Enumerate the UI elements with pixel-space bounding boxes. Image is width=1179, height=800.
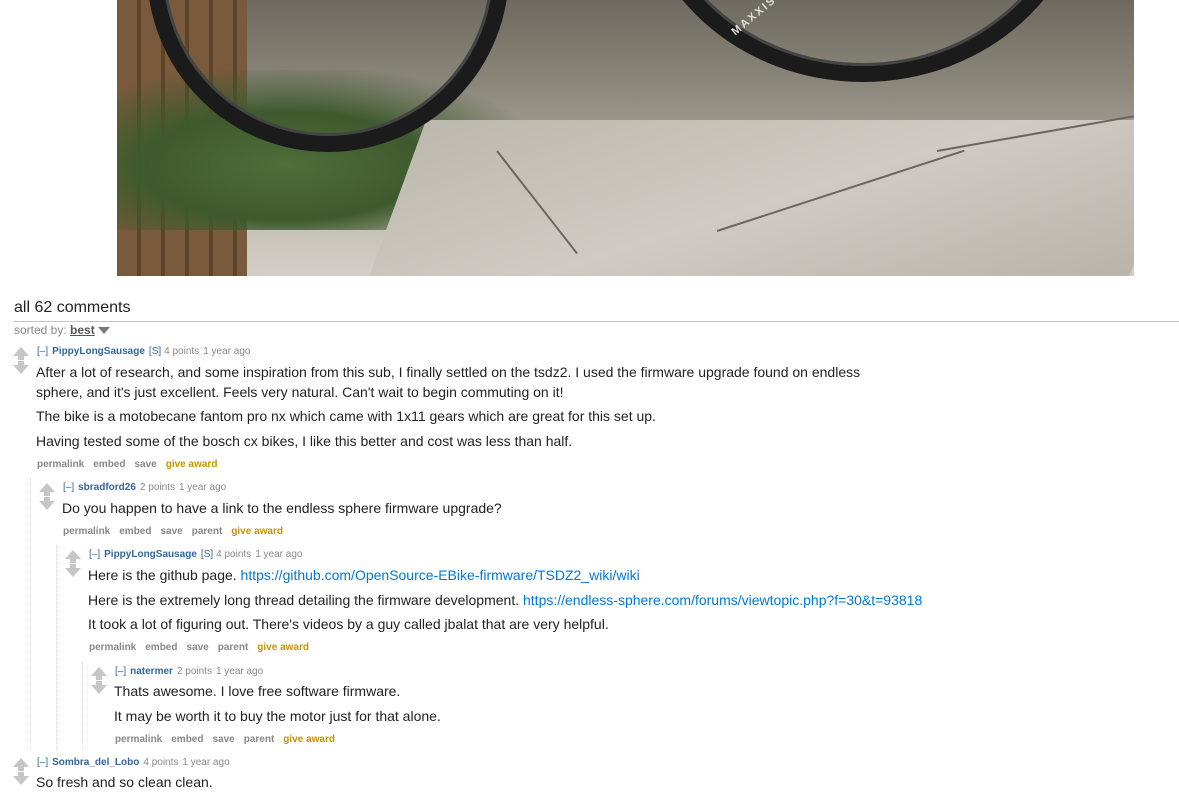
comment-author[interactable]: PippyLongSausage bbox=[104, 549, 197, 560]
comment-author[interactable]: natermer bbox=[130, 666, 173, 677]
comment-buttons: permalink embed save give award bbox=[37, 459, 226, 470]
parent-button[interactable]: parent bbox=[192, 526, 223, 537]
thread-line bbox=[82, 661, 83, 750]
collapse-toggle[interactable]: [–] bbox=[37, 346, 48, 357]
sort-control: sorted by: best bbox=[14, 323, 110, 337]
sort-label: sorted by: bbox=[14, 323, 67, 337]
front-wheel bbox=[637, 0, 1089, 82]
comment-time: 1 year ago bbox=[215, 666, 264, 677]
paragraph-text: Here is the github page. bbox=[88, 567, 241, 583]
comment-score: 2 points bbox=[139, 482, 175, 493]
comment-paragraph: Having tested some of the bosch cx bikes… bbox=[36, 433, 573, 449]
upvote-icon[interactable] bbox=[39, 483, 55, 496]
give-award-button[interactable]: give award bbox=[231, 526, 283, 537]
comment-paragraph: So fresh and so clean clean. bbox=[36, 774, 213, 790]
permalink-button[interactable]: permalink bbox=[37, 459, 84, 470]
forum-link[interactable]: https://endless-sphere.com/forums/viewto… bbox=[523, 592, 922, 608]
vote-arrows bbox=[13, 758, 29, 785]
comment-tagline: [–] PippyLongSausage [S] 4 points 1 year ago bbox=[37, 346, 250, 357]
vote-arrows bbox=[91, 667, 107, 694]
comment-score: 4 points bbox=[143, 757, 179, 768]
comment-tagline: [–] natermer 2 points 1 year ago bbox=[115, 666, 263, 677]
submitter-tag[interactable]: [S] bbox=[201, 549, 213, 560]
give-award-button[interactable]: give award bbox=[166, 459, 218, 470]
embed-button[interactable]: embed bbox=[93, 459, 125, 470]
comment-author[interactable]: Sombra_del_Lobo bbox=[52, 757, 139, 768]
collapse-toggle[interactable]: [–] bbox=[89, 549, 100, 560]
comment-time: 1 year ago bbox=[178, 482, 227, 493]
comment-score: 4 points bbox=[216, 549, 252, 560]
comment-paragraph: It took a lot of figuring out. There's v… bbox=[88, 616, 609, 632]
comment-paragraph: Here is the extremely long thread detail… bbox=[88, 590, 922, 610]
comments-count: all 62 comments bbox=[14, 299, 131, 316]
comment-paragraph: After a lot of research, and some inspir… bbox=[36, 364, 861, 380]
thread-line bbox=[30, 478, 31, 750]
give-award-button[interactable]: give award bbox=[257, 642, 309, 653]
comment-buttons: permalink embed save parent give award bbox=[89, 642, 318, 653]
concrete-area bbox=[367, 120, 1134, 276]
thread-line bbox=[56, 545, 57, 750]
comment-buttons: permalink embed save parent give award bbox=[63, 526, 292, 537]
permalink-button[interactable]: permalink bbox=[63, 526, 110, 537]
embed-button[interactable]: embed bbox=[119, 526, 151, 537]
submitter-tag[interactable]: [S] bbox=[149, 346, 161, 357]
permalink-button[interactable]: permalink bbox=[115, 734, 162, 745]
downvote-icon[interactable] bbox=[13, 361, 29, 374]
comment-tagline: [–] Sombra_del_Lobo 4 points 1 year ago bbox=[37, 757, 230, 768]
permalink-button[interactable]: permalink bbox=[89, 642, 136, 653]
save-button[interactable]: save bbox=[160, 526, 182, 537]
vote-arrows bbox=[65, 550, 81, 577]
comment-paragraph: Here is the github page. https://github.… bbox=[88, 565, 640, 585]
comment-paragraph: The bike is a motobecane fantom pro nx w… bbox=[36, 408, 656, 424]
comment-time: 1 year ago bbox=[182, 757, 230, 768]
comment-time: 1 year ago bbox=[203, 346, 251, 357]
parent-button[interactable]: parent bbox=[244, 734, 275, 745]
upvote-icon[interactable] bbox=[65, 550, 81, 563]
downvote-icon[interactable] bbox=[91, 681, 107, 694]
post-image[interactable]: MAXXIS bbox=[117, 0, 1134, 276]
comment-buttons: permalink embed save parent give award bbox=[115, 734, 344, 745]
vote-arrows bbox=[39, 483, 55, 510]
upvote-icon[interactable] bbox=[13, 347, 29, 360]
embed-button[interactable]: embed bbox=[145, 642, 177, 653]
paragraph-text: Here is the extremely long thread detail… bbox=[88, 592, 523, 608]
parent-button[interactable]: parent bbox=[218, 642, 249, 653]
upvote-icon[interactable] bbox=[13, 758, 29, 771]
comment-paragraph: sphere, and it's just excellent. Feels v… bbox=[36, 384, 564, 400]
comments-count-header: all 62 comments bbox=[14, 299, 1179, 322]
github-link[interactable]: https://github.com/OpenSource-EBike-firm… bbox=[241, 567, 640, 583]
downvote-icon[interactable] bbox=[65, 564, 81, 577]
comment-author[interactable]: sbradford26 bbox=[78, 482, 136, 493]
comment-paragraph: It may be worth it to buy the motor just… bbox=[114, 708, 441, 724]
save-button[interactable]: save bbox=[134, 459, 156, 470]
comment-paragraph: Do you happen to have a link to the endl… bbox=[62, 500, 502, 516]
downvote-icon[interactable] bbox=[39, 497, 55, 510]
collapse-toggle[interactable]: [–] bbox=[37, 757, 48, 768]
embed-button[interactable]: embed bbox=[171, 734, 203, 745]
collapse-toggle[interactable]: [–] bbox=[63, 482, 74, 493]
comment-tagline: [–] PippyLongSausage [S] 4 points 1 year ago bbox=[89, 549, 302, 560]
comment-paragraph: Thats awesome. I love free software firm… bbox=[114, 683, 401, 699]
comment-score: 2 points bbox=[176, 666, 212, 677]
comment-score: 4 points bbox=[164, 346, 200, 357]
give-award-button[interactable]: give award bbox=[283, 734, 335, 745]
upvote-icon[interactable] bbox=[91, 667, 107, 680]
vote-arrows bbox=[13, 347, 29, 374]
comment-tagline: [–] sbradford26 2 points 1 year ago bbox=[63, 482, 226, 493]
chevron-down-icon[interactable] bbox=[97, 327, 110, 335]
downvote-icon[interactable] bbox=[13, 772, 29, 785]
comment-time: 1 year ago bbox=[255, 549, 303, 560]
save-button[interactable]: save bbox=[212, 734, 234, 745]
collapse-toggle[interactable]: [–] bbox=[115, 666, 126, 677]
comment-author[interactable]: PippyLongSausage bbox=[52, 346, 145, 357]
sort-dropdown[interactable]: best bbox=[70, 323, 95, 337]
save-button[interactable]: save bbox=[186, 642, 208, 653]
